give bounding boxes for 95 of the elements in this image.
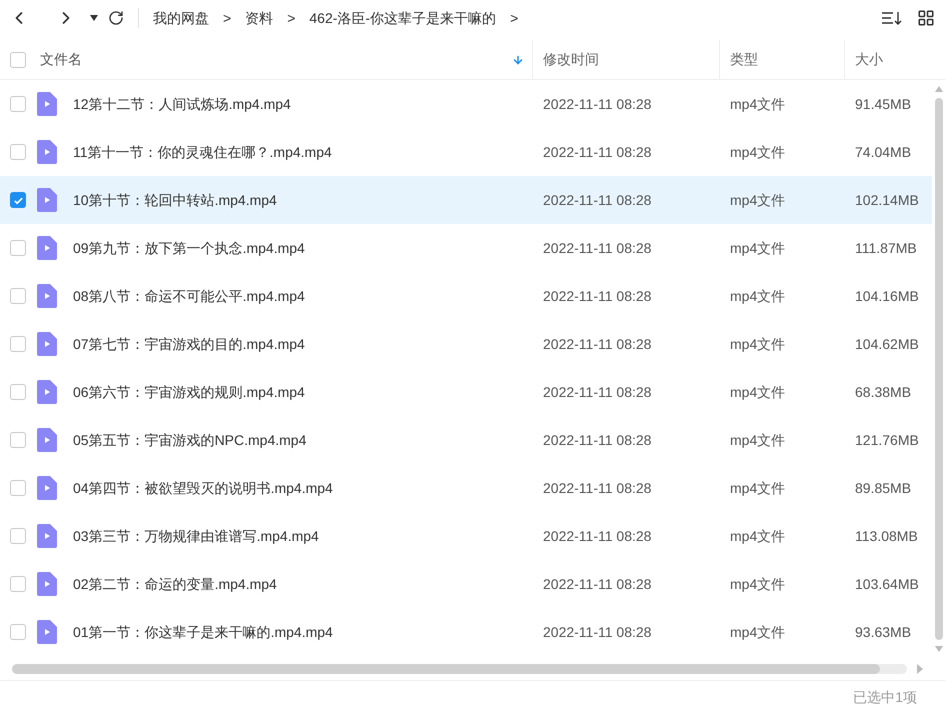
modified-time: 2022-11-11 08:28 [542, 238, 652, 258]
video-file-icon [37, 332, 57, 356]
checkbox[interactable] [10, 144, 26, 160]
video-file-icon [37, 620, 57, 644]
video-file-icon [37, 92, 57, 116]
checkbox[interactable] [10, 96, 26, 112]
file-type: mp4文件 [729, 238, 786, 258]
file-name[interactable]: 07第七节：宇宙游戏的目的.mp4.mp4 [73, 334, 305, 354]
video-file-icon [37, 380, 57, 404]
modified-time: 2022-11-11 08:28 [542, 526, 652, 546]
modified-time: 2022-11-11 08:28 [542, 382, 652, 402]
selection-status: 已选中1项 [853, 688, 917, 707]
file-size: 104.62MB [854, 334, 920, 354]
grid-view-icon[interactable] [917, 9, 935, 27]
checkbox[interactable] [10, 52, 26, 68]
breadcrumb-link[interactable]: 462-洛臣-你这辈子是来干嘛的 [309, 8, 496, 28]
video-file-icon [37, 140, 57, 164]
checkbox[interactable] [10, 384, 26, 400]
file-type: mp4文件 [729, 622, 786, 642]
file-name[interactable]: 05第五节：宇宙游戏的NPC.mp4.mp4 [73, 430, 306, 450]
modified-time: 2022-11-11 08:28 [542, 334, 652, 354]
breadcrumb-separator: > [287, 8, 296, 28]
file-type: mp4文件 [729, 94, 786, 114]
checkbox[interactable] [10, 336, 26, 352]
file-name[interactable]: 04第四节：被欲望毁灭的说明书.mp4.mp4 [73, 478, 333, 498]
modified-time: 2022-11-11 08:28 [542, 622, 652, 642]
file-type: mp4文件 [729, 286, 786, 306]
file-name[interactable]: 08第八节：命运不可能公平.mp4.mp4 [73, 286, 305, 306]
file-size: 91.45MB [854, 94, 912, 114]
file-size: 113.08MB [854, 526, 919, 546]
file-name[interactable]: 03第三节：万物规律由谁谱写.mp4.mp4 [73, 526, 319, 546]
horizontal-scrollbar[interactable] [12, 664, 907, 674]
checkbox[interactable] [10, 288, 26, 304]
dropdown-icon[interactable] [90, 15, 98, 21]
video-file-icon [37, 524, 57, 548]
file-type: mp4文件 [729, 142, 786, 162]
file-type: mp4文件 [729, 478, 786, 498]
modified-time: 2022-11-11 08:28 [542, 286, 652, 306]
scroll-down-icon[interactable] [934, 646, 942, 652]
file-size: 89.85MB [854, 478, 912, 498]
modified-time: 2022-11-11 08:28 [542, 142, 652, 162]
scroll-up-icon[interactable] [934, 86, 942, 92]
file-row[interactable]: 10第十节：轮回中转站.mp4.mp4 2022-11-11 08:28 mp4文件 102.14MB [0, 176, 932, 224]
breadcrumb-link[interactable]: 资料 [245, 8, 274, 28]
modified-time: 2022-11-11 08:28 [542, 478, 652, 498]
file-type: mp4文件 [729, 526, 786, 546]
file-size: 74.04MB [854, 142, 912, 162]
column-header[interactable]: 大小 [855, 49, 883, 70]
file-name[interactable]: 10第十节：轮回中转站.mp4.mp4 [73, 190, 277, 210]
checkbox[interactable] [10, 432, 26, 448]
video-file-icon [37, 236, 57, 260]
modified-time: 2022-11-11 08:28 [542, 94, 652, 114]
breadcrumb-separator: > [510, 8, 518, 28]
file-name[interactable]: 11第十一节：你的灵魂住在哪？.mp4.mp4 [73, 142, 332, 162]
modified-time: 2022-11-11 08:28 [542, 574, 652, 594]
checkbox[interactable] [10, 576, 26, 592]
file-size: 103.64MB [854, 574, 920, 594]
file-type: mp4文件 [729, 574, 786, 594]
breadcrumb-link[interactable]: 我的网盘 [153, 8, 209, 28]
video-file-icon [37, 428, 57, 452]
video-file-icon [37, 188, 57, 212]
file-size: 102.14MB [854, 190, 920, 210]
video-file-icon [37, 572, 57, 596]
checkbox[interactable] [10, 528, 26, 544]
file-type: mp4文件 [729, 382, 786, 402]
column-header[interactable]: 修改时间 [543, 49, 599, 70]
breadcrumb-separator: > [223, 8, 232, 28]
scroll-right-icon[interactable] [917, 664, 923, 674]
vertical-scrollbar[interactable] [934, 98, 942, 640]
file-type: mp4文件 [729, 334, 786, 354]
file-size: 93.63MB [854, 622, 912, 642]
checkbox[interactable] [10, 192, 26, 208]
file-name[interactable]: 09第九节：放下第一个执念.mp4.mp4 [73, 238, 305, 258]
file-type: mp4文件 [729, 430, 786, 450]
checkbox[interactable] [10, 240, 26, 256]
sort-icon[interactable] [881, 10, 903, 26]
checkbox[interactable] [10, 480, 26, 496]
modified-time: 2022-11-11 08:28 [542, 430, 652, 450]
sort-arrow-icon[interactable] [512, 54, 524, 66]
file-name[interactable]: 02第二节：命运的变量.mp4.mp4 [73, 574, 277, 594]
file-size: 111.87MB [854, 238, 918, 258]
modified-time: 2022-11-11 08:28 [542, 190, 652, 210]
video-file-icon [37, 476, 57, 500]
refresh-icon[interactable] [108, 10, 124, 26]
file-name[interactable]: 06第六节：宇宙游戏的规则.mp4.mp4 [73, 382, 305, 402]
file-name[interactable]: 12第十二节：人间试炼场.mp4.mp4 [73, 94, 291, 114]
file-type: mp4文件 [729, 190, 786, 210]
checkbox[interactable] [10, 624, 26, 640]
column-header[interactable]: 文件名 [40, 49, 82, 70]
file-name[interactable]: 01第一节：你这辈子是来干嘛的.mp4.mp4 [73, 622, 333, 642]
file-size: 104.16MB [854, 286, 920, 306]
video-file-icon [37, 284, 57, 308]
file-size: 121.76MB [854, 430, 920, 450]
file-size: 68.38MB [854, 382, 912, 402]
column-header[interactable]: 类型 [730, 49, 758, 70]
